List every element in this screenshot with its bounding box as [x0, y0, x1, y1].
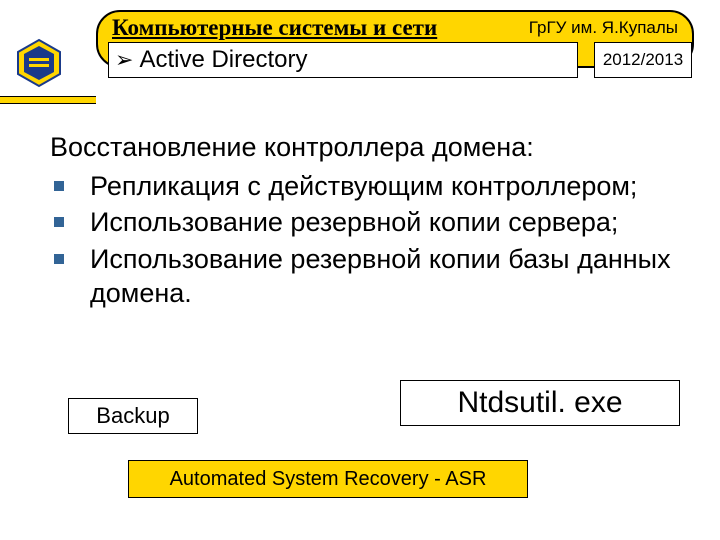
accent-bar — [0, 96, 96, 104]
academic-year: 2012/2013 — [603, 50, 683, 70]
ntdsutil-box: Ntdsutil. exe — [400, 380, 680, 426]
asr-box: Automated System Recovery - ASR — [128, 460, 528, 498]
university-logo-icon — [14, 38, 64, 88]
content-heading: Восстановление контроллера домена: — [50, 130, 690, 165]
subtopic-box: ➢ Active Directory — [108, 42, 578, 78]
arrow-icon: ➢ — [115, 47, 133, 73]
asr-label: Automated System Recovery - ASR — [170, 468, 487, 491]
backup-box: Backup — [68, 398, 198, 434]
backup-label: Backup — [96, 403, 169, 429]
list-item: Использование резервной копии базы данны… — [50, 242, 690, 311]
subtopic-label: Active Directory — [139, 46, 307, 74]
content-list: Репликация с действующим контроллером; И… — [50, 169, 690, 311]
course-title: Компьютерные системы и сети — [112, 15, 437, 41]
ntdsutil-label: Ntdsutil. exe — [457, 386, 622, 420]
slide-content: Восстановление контроллера домена: Репли… — [50, 130, 690, 313]
list-item: Репликация с действующим контроллером; — [50, 169, 690, 204]
list-item: Использование резервной копии сервера; — [50, 205, 690, 240]
university-name: ГрГУ им. Я.Купалы — [529, 18, 678, 38]
academic-year-box: 2012/2013 — [594, 42, 692, 78]
